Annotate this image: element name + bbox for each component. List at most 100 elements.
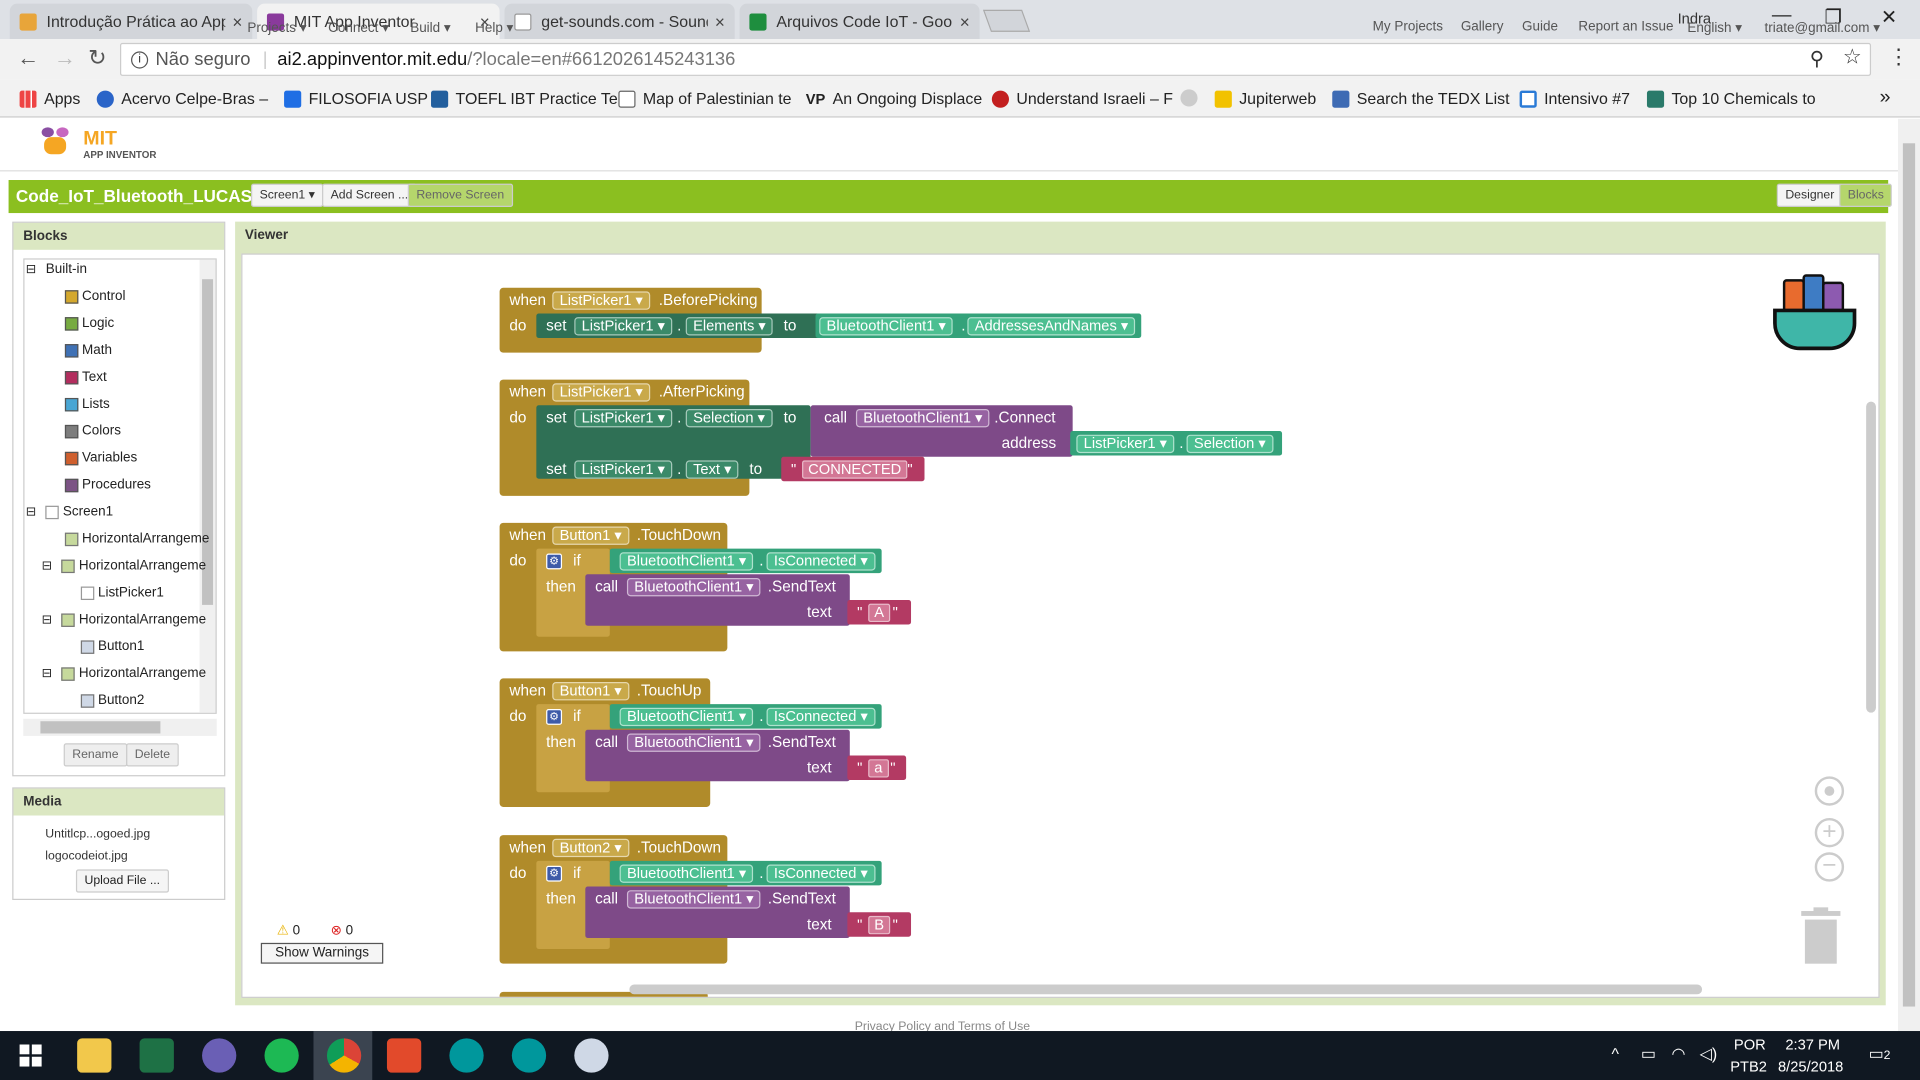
menu-projects[interactable]: Projects ▾ [247, 20, 306, 36]
designer-button[interactable]: Designer [1776, 183, 1843, 207]
bookmark-apps[interactable]: Apps [19, 89, 80, 108]
privacy-link[interactable]: Privacy Policy and Terms of Use [855, 1020, 1030, 1031]
link-report-issue[interactable]: Report an Issue [1578, 20, 1673, 35]
app-icon-2[interactable] [386, 1038, 422, 1073]
bt-dropdown[interactable]: BluetoothClient1 ▾ [619, 552, 754, 571]
browser-menu-icon[interactable]: ⋮ [1888, 45, 1909, 69]
property-dropdown[interactable]: IsConnected ▾ [766, 707, 876, 727]
drawer-lists[interactable]: Lists [64, 397, 110, 411]
string-value[interactable]: A [868, 603, 891, 623]
browser-tab-3[interactable]: get-sounds.com - Sound × [504, 3, 735, 40]
keyboard-layout[interactable]: PTB2 [1730, 1058, 1767, 1075]
bookmark-displace[interactable]: VP An Ongoing Displace [806, 89, 983, 107]
tree-scrollbar[interactable] [199, 259, 216, 713]
bt-dropdown[interactable]: BluetoothClient1 ▾ [619, 864, 754, 883]
tab-close-icon[interactable]: × [715, 12, 725, 32]
bt-dropdown[interactable]: BluetoothClient1 ▾ [626, 733, 761, 752]
file-explorer-icon[interactable] [77, 1038, 112, 1073]
recenter-icon[interactable] [1814, 776, 1845, 806]
drawer-text[interactable]: Text [64, 370, 107, 384]
tab-close-icon[interactable]: × [960, 12, 970, 32]
bookmark-map[interactable]: Map of Palestinian te [618, 89, 792, 108]
listpicker-dropdown[interactable]: ListPicker1 ▾ [552, 291, 651, 310]
battery-icon[interactable]: ▭ [1641, 1044, 1656, 1064]
component-dropdown[interactable]: ListPicker1 ▾ [574, 460, 673, 479]
tree-hscrollbar[interactable] [23, 718, 217, 736]
drawer-variables[interactable]: Variables [64, 451, 137, 465]
zoom-in-icon[interactable]: + [1814, 817, 1845, 848]
property-dropdown[interactable]: AddressesAndNames ▾ [967, 317, 1136, 336]
bookmark-jupiterweb[interactable]: Jupiterweb [1214, 89, 1316, 108]
media-file-2[interactable]: logocodeiot.jpg [45, 850, 127, 863]
component-button2[interactable]: Button2 [80, 693, 144, 708]
browser-tab-4[interactable]: Arquivos Code IoT - Goo × [739, 3, 980, 40]
page-scrollbar[interactable] [1897, 118, 1920, 1032]
delete-button[interactable]: Delete [126, 743, 179, 767]
bt-dropdown[interactable]: BluetoothClient1 ▾ [626, 890, 761, 909]
forward-icon[interactable]: → [54, 45, 76, 71]
component-harr4[interactable]: ⊟ HorizontalArrangeme [42, 666, 206, 681]
zoom-icon[interactable]: ⚲ [1810, 47, 1824, 71]
chrome-icon[interactable] [326, 1038, 362, 1073]
rename-button[interactable]: Rename [63, 743, 128, 767]
show-warnings-button[interactable]: Show Warnings [260, 942, 384, 964]
spotify-icon[interactable] [264, 1038, 299, 1073]
browser-tab-1[interactable]: Introdução Prática ao App × [9, 3, 253, 40]
bookmark-filosofia[interactable]: FILOSOFIA USP [284, 89, 428, 108]
paint-icon[interactable] [574, 1038, 609, 1073]
zoom-out-icon[interactable]: − [1814, 852, 1845, 882]
property-dropdown[interactable]: Selection ▾ [1186, 434, 1274, 454]
bookmark-acervo[interactable]: Acervo Celpe-Bras – [96, 89, 268, 108]
volume-icon[interactable]: ◁) [1700, 1044, 1718, 1064]
tab-close-icon[interactable]: × [232, 12, 242, 32]
mutator-gear-icon[interactable]: ⚙ [546, 708, 563, 725]
bookmark-intensivo[interactable]: Intensivo #7 [1519, 89, 1630, 108]
listpicker-dropdown[interactable]: ListPicker1 ▾ [1076, 434, 1175, 454]
upload-file-button[interactable]: Upload File ... [75, 869, 169, 893]
app-icon[interactable] [202, 1038, 237, 1073]
blocks-button[interactable]: Blocks [1839, 183, 1893, 207]
address-bar[interactable]: i Não seguro | ai2.appinventor.mit.edu/?… [120, 42, 1872, 76]
button-dropdown[interactable]: Button1 ▾ [552, 526, 630, 545]
drawer-math[interactable]: Math [64, 343, 112, 358]
component-harr1[interactable]: HorizontalArrangeme [64, 531, 209, 546]
bt-dropdown[interactable]: BluetoothClient1 ▾ [619, 707, 754, 727]
component-harr2[interactable]: ⊟ HorizontalArrangeme [42, 558, 206, 573]
arduino-icon[interactable] [449, 1038, 484, 1073]
bookmark-israeli[interactable]: Understand Israeli – F [991, 89, 1173, 108]
windows-start-icon[interactable] [19, 1044, 42, 1067]
link-guide[interactable]: Guide [1522, 20, 1558, 35]
drawer-logic[interactable]: Logic [64, 316, 114, 331]
bookmark-toefl[interactable]: TOEFL IBT Practice Te [431, 89, 618, 108]
bookmark-chemicals[interactable]: Top 10 Chemicals to [1646, 89, 1816, 108]
bookmark-star-icon[interactable]: ☆ [1843, 45, 1862, 69]
bt-dropdown[interactable]: BluetoothClient1 ▾ [855, 408, 990, 428]
tray-chevron-icon[interactable]: ^ [1611, 1044, 1618, 1062]
string-value[interactable]: B [868, 915, 891, 935]
notification-icon[interactable]: ▭2 [1869, 1044, 1891, 1064]
drawer-procedures[interactable]: Procedures [64, 478, 151, 492]
string-connected[interactable]: CONNECTED [802, 460, 908, 479]
language-dropdown[interactable]: English ▾ [1687, 20, 1742, 36]
link-gallery[interactable]: Gallery [1461, 20, 1504, 35]
menu-help[interactable]: Help ▾ [475, 20, 513, 36]
account-dropdown[interactable]: triate@gmail.com ▾ [1765, 20, 1881, 36]
property-dropdown[interactable]: IsConnected ▾ [766, 864, 876, 883]
drawer-control[interactable]: Control [64, 289, 125, 304]
info-icon[interactable]: i [131, 50, 149, 68]
property-dropdown[interactable]: IsConnected ▾ [766, 552, 876, 571]
bt-dropdown[interactable]: BluetoothClient1 ▾ [626, 577, 761, 597]
remove-screen-button[interactable]: Remove Screen [407, 183, 513, 207]
component-dropdown[interactable]: ListPicker1 ▾ [574, 408, 673, 428]
wifi-icon[interactable]: ◠ [1671, 1044, 1685, 1064]
workspace-vscrollbar[interactable] [1866, 401, 1876, 713]
component-listpicker1[interactable]: ListPicker1 [80, 585, 164, 600]
bookmark-blank[interactable] [1180, 89, 1204, 107]
button-dropdown[interactable]: Button1 ▾ [552, 682, 630, 701]
builtin-toggle[interactable]: ⊟ Built-in [26, 262, 87, 277]
arduino-icon-2[interactable] [511, 1038, 547, 1073]
property-dropdown[interactable]: Text ▾ [685, 460, 739, 479]
screen1-toggle[interactable]: ⊟ Screen1 [26, 504, 113, 519]
property-dropdown[interactable]: Elements ▾ [685, 317, 774, 336]
component-dropdown[interactable]: ListPicker1 ▾ [574, 317, 673, 336]
